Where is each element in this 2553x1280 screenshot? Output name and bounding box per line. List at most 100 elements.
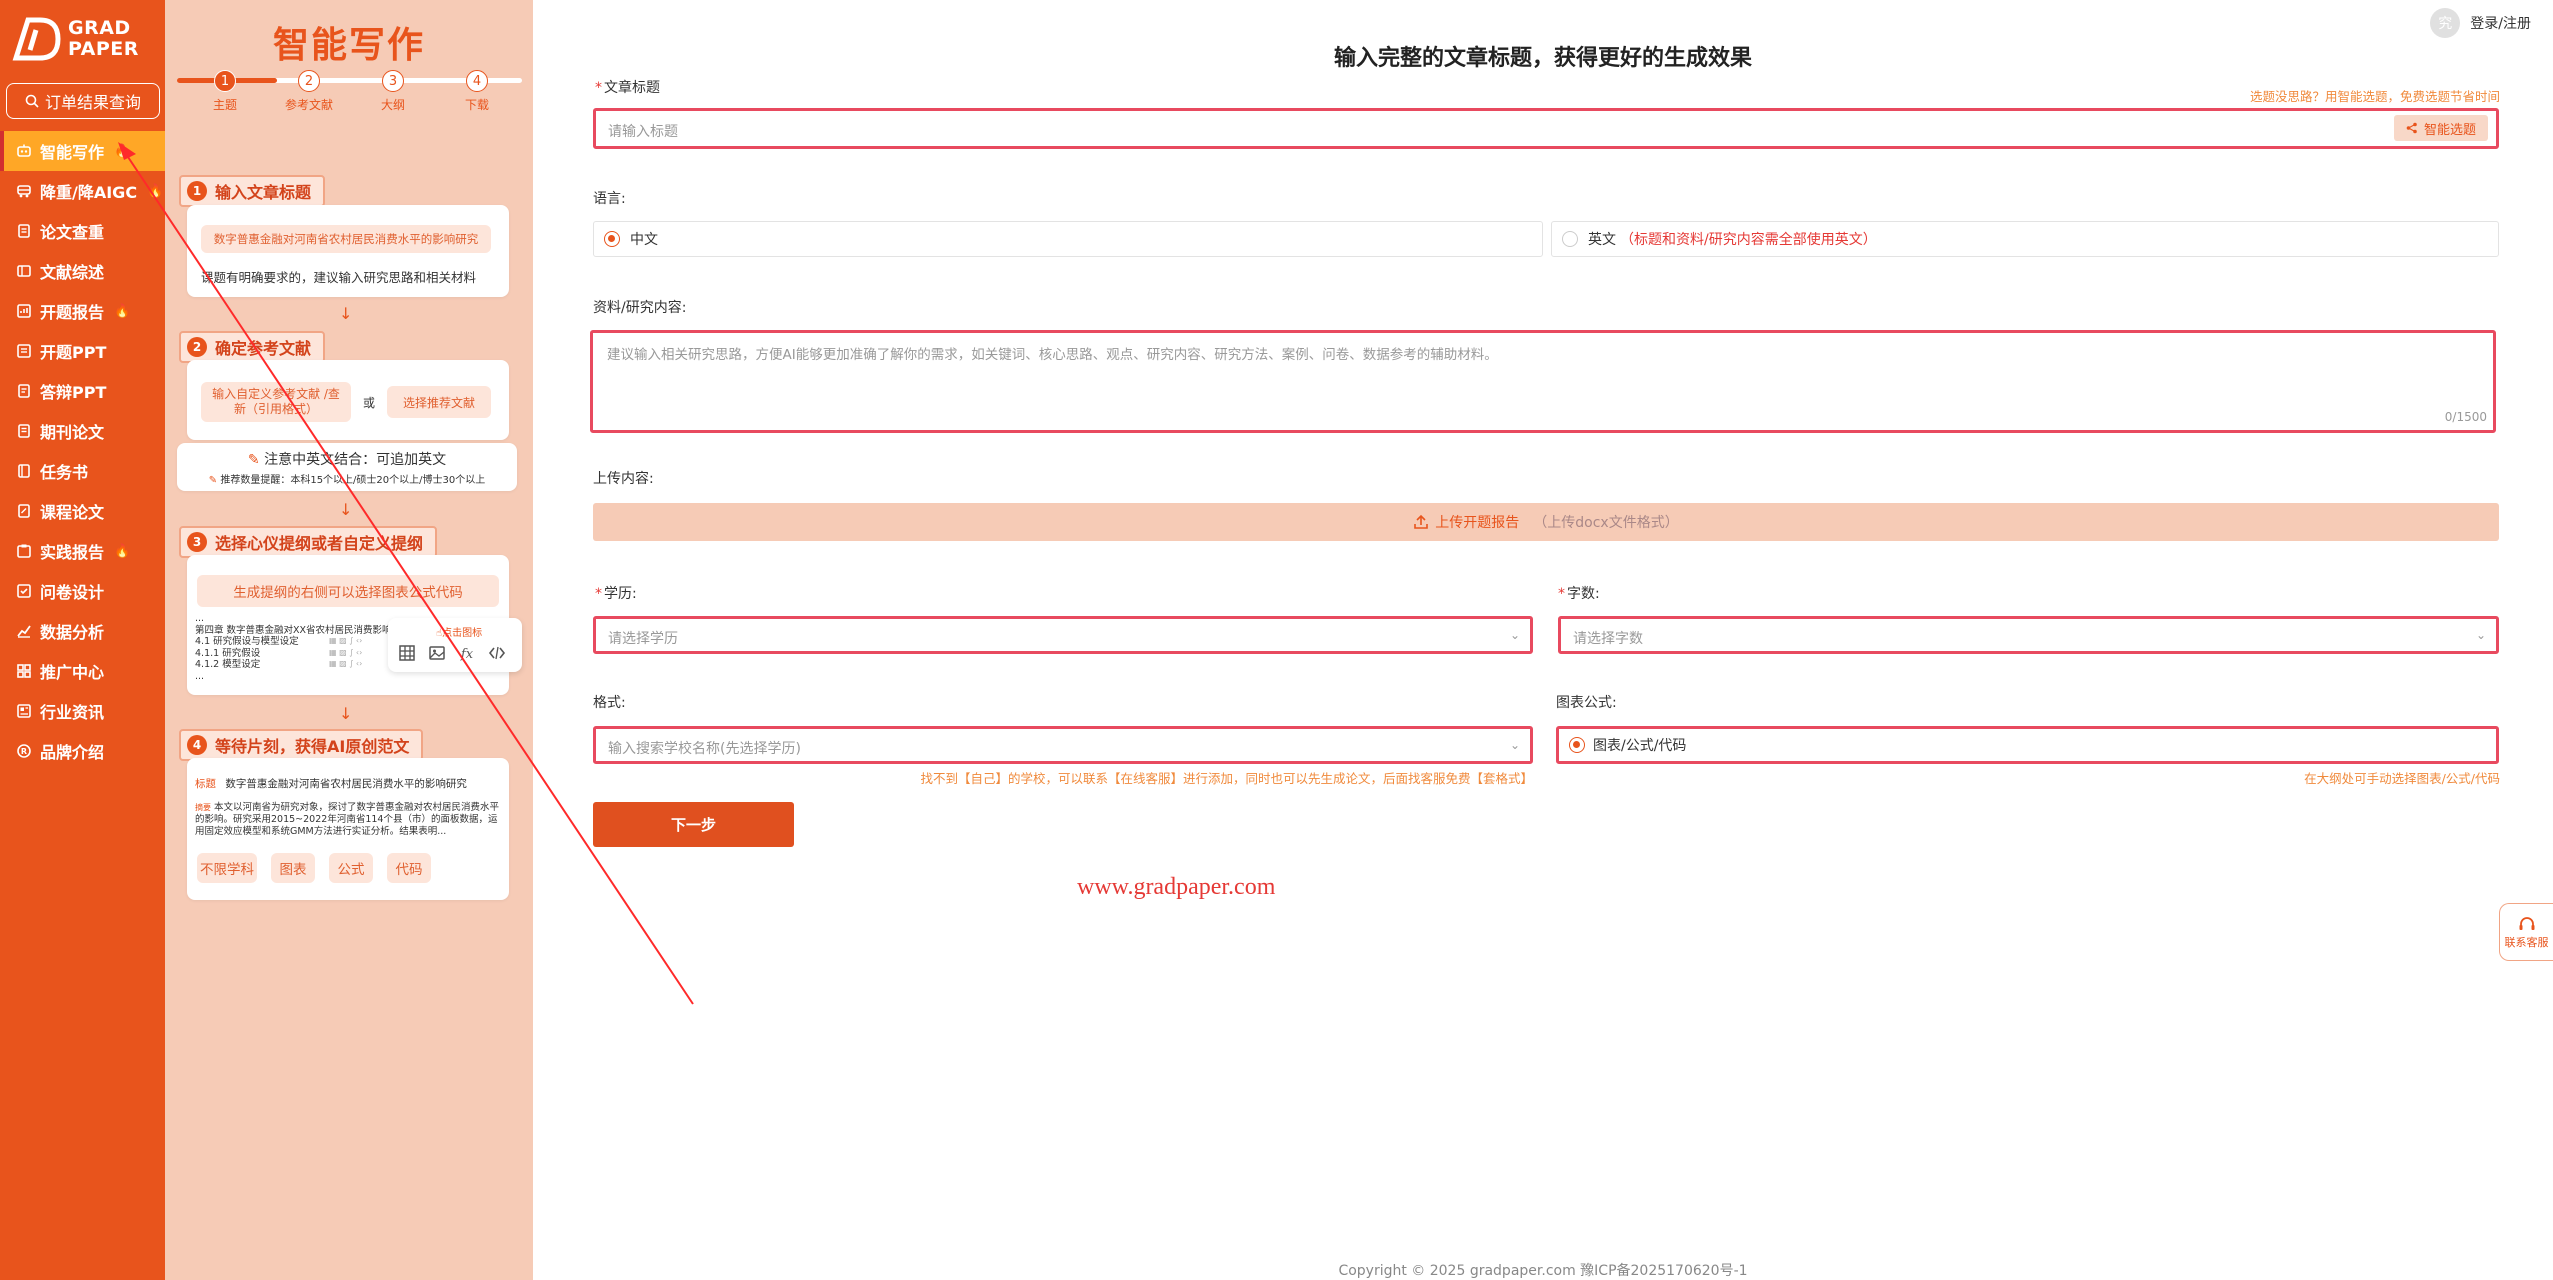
- language-option-english[interactable]: 英文 （标题和资料/研究内容需全部使用英文）: [1551, 221, 2499, 257]
- sidebar-item-journal-paper[interactable]: 期刊论文: [0, 411, 165, 451]
- title-placeholder: 请输入标题: [608, 124, 678, 140]
- hot-flame-icon: 🔥: [114, 543, 131, 559]
- table-icon[interactable]: [398, 644, 416, 662]
- next-step-button[interactable]: 下一步: [593, 802, 794, 847]
- tag-code: 代码: [387, 853, 431, 883]
- chart-icon: [16, 623, 32, 639]
- sidebar-item-course-paper[interactable]: 课程论文: [0, 491, 165, 531]
- sidebar-item-promotion-center[interactable]: 推广中心: [0, 651, 165, 691]
- car-icon: [16, 183, 32, 199]
- pencil-icon: ✎: [247, 452, 260, 468]
- material-label: 资料/研究内容:: [593, 300, 687, 316]
- format-hint[interactable]: 找不到【自己】的学校，可以联系【在线客服】进行添加，同时也可以先生成论文，后面找…: [920, 768, 1533, 787]
- material-textarea[interactable]: 建议输入相关研究思路，方便AI能够更加准确了解你的需求，如关键词、核心思路、观点…: [590, 330, 2496, 433]
- report-icon: [16, 303, 32, 319]
- word-count-select[interactable]: 请选择字数 ⌄: [1558, 616, 2499, 654]
- language-option-chinese[interactable]: 中文: [593, 221, 1543, 257]
- sidebar-item-label: 降重/降AIGC: [40, 183, 138, 202]
- radio-checked[interactable]: [1569, 737, 1585, 753]
- sidebar-item-questionnaire[interactable]: 问卷设计: [0, 571, 165, 611]
- code-icon[interactable]: [488, 644, 506, 662]
- down-arrow-icon: ↓: [339, 304, 353, 323]
- svg-text:fx: fx: [460, 647, 474, 662]
- english-note: （标题和资料/研究内容需全部使用英文）: [1620, 232, 1877, 248]
- radio-checked[interactable]: [604, 231, 620, 247]
- document-check-icon: [16, 223, 32, 239]
- brand-logo[interactable]: GRAD PAPER: [10, 14, 160, 64]
- sidebar-item-label: 开题报告: [40, 303, 105, 322]
- avatar[interactable]: 究: [2430, 8, 2461, 38]
- chart-formula-option[interactable]: 图表/公式/代码: [1556, 726, 2499, 764]
- upload-icon: [1414, 514, 1429, 529]
- title-input[interactable]: 请输入标题 智能选题: [593, 108, 2499, 149]
- page-title: 输入完整的文章标题，获得更好的生成效果: [1333, 46, 1752, 71]
- chevron-down-icon: ⌄: [1509, 738, 1520, 752]
- sidebar-item-brand-intro[interactable]: R 品牌介绍: [0, 731, 165, 771]
- user-menu[interactable]: 究 登录/注册: [2430, 8, 2531, 38]
- sidebar-item-defense-ppt[interactable]: 答辩PPT: [0, 371, 165, 411]
- book-list-icon: [16, 263, 32, 279]
- sidebar-item-proposal-report[interactable]: 开题报告 🔥: [0, 291, 165, 331]
- smart-topic-hint[interactable]: 选题没思路？用智能选题，免费选题节省时间: [2250, 86, 2500, 105]
- grid-icon: [16, 663, 32, 679]
- guide-title: 智能写作: [272, 25, 425, 66]
- custom-reference-pill: 输入自定义参考文献 /查新（引用格式）: [201, 382, 351, 422]
- sidebar-item-label: 行业资讯: [40, 703, 105, 722]
- hot-flame-icon: 🔥: [114, 303, 131, 319]
- education-select[interactable]: 请选择学历 ⌄: [593, 616, 1533, 654]
- sidebar-item-label: 推广中心: [40, 663, 105, 682]
- reference-note-card: ✎ 注意中英文结合：可追加英文 ✎ 推荐数量提醒：本科15个以上/硕士20个以上…: [177, 443, 517, 491]
- order-query-button[interactable]: 订单结果查询: [6, 83, 160, 119]
- sidebar-item-literature-review[interactable]: 文献综述: [0, 251, 165, 291]
- guide-step2-card: 输入自定义参考文献 /查新（引用格式） 或 选择推荐文献: [187, 360, 509, 440]
- upload-format-note: （上传docx文件格式）: [1533, 515, 1679, 531]
- sidebar-item-label: 品牌介绍: [40, 743, 105, 762]
- site-watermark: www.gradpaper.com: [1077, 874, 1276, 900]
- contact-support-button[interactable]: 联系客服: [2499, 903, 2553, 961]
- title-label: * 文章标题: [595, 80, 660, 96]
- tag-formula: 公式: [329, 853, 373, 883]
- sidebar-item-label: 答辩PPT: [40, 383, 107, 402]
- insert-toolbar: ☝点击图标 fx: [388, 618, 522, 672]
- slides-icon: [16, 343, 32, 359]
- headset-icon: [2519, 917, 2534, 930]
- sidebar-item-plagiarism-check[interactable]: 论文查重: [0, 211, 165, 251]
- abstract-tag: 摘要: [195, 803, 211, 812]
- logo-mark-icon: [12, 17, 61, 61]
- sidebar-item-practice-report[interactable]: 实践报告 🔥: [0, 531, 165, 571]
- sidebar-item-proposal-ppt[interactable]: 开题PPT: [0, 331, 165, 371]
- radio-unchecked[interactable]: [1562, 231, 1578, 247]
- school-format-select[interactable]: 输入搜索学校名称(先选择学历) ⌄: [593, 726, 1533, 764]
- notebook-icon: [16, 463, 32, 479]
- language-label: 语言:: [593, 191, 626, 207]
- sidebar-item-industry-news[interactable]: 行业资讯: [0, 691, 165, 731]
- sidebar-nav: 智能写作 🔥 降重/降AIGC 🔥 论文查重 文献综述 开题报告 🔥 开题PPT: [0, 131, 165, 771]
- image-icon[interactable]: [428, 644, 446, 662]
- sidebar-item-data-analysis[interactable]: 数据分析: [0, 611, 165, 651]
- step-3: 3 大纲: [363, 68, 423, 113]
- smart-topic-button[interactable]: 智能选题: [2393, 115, 2488, 141]
- outline-preview: ... 第四章 数字普惠金融对XX省农村居民消费影响 4.1 研究假设与模型设定…: [195, 613, 392, 682]
- sidebar-item-task-book[interactable]: 任务书: [0, 451, 165, 491]
- recommended-reference-pill: 选择推荐文献: [387, 386, 491, 418]
- brand-name-line2: PAPER: [68, 38, 139, 60]
- journal-icon: [16, 423, 32, 439]
- guide-step1-card: 数字普惠金融对河南省农村居民消费水平的影响研究 课题有明确要求的，建议输入研究思…: [187, 205, 509, 297]
- title-tag: 标题: [195, 778, 216, 790]
- sidebar-item-label: 任务书: [40, 463, 89, 482]
- guide-step4-heading: 4 等待片刻，获得AI原创范文: [179, 729, 424, 761]
- word-count-placeholder: 请选择字数: [1573, 631, 1643, 647]
- sidebar-item-label: 数据分析: [40, 623, 105, 642]
- sidebar-item-smart-writing[interactable]: 智能写作 🔥: [0, 131, 165, 171]
- formula-icon[interactable]: fx: [458, 644, 476, 662]
- clipboard-icon: [16, 543, 32, 559]
- step-2: 2 参考文献: [279, 68, 339, 113]
- sidebar-item-label: 实践报告: [40, 543, 105, 562]
- upload-proposal-button[interactable]: 上传开题报告 （上传docx文件格式）: [593, 503, 2499, 541]
- login-register-link[interactable]: 登录/注册: [2470, 13, 2531, 33]
- hot-flame-icon: 🔥: [114, 143, 131, 159]
- sidebar-item-reduce-aigc[interactable]: 降重/降AIGC 🔥: [0, 171, 165, 211]
- mini-toolbar-icons: ▦ ▨ ∫ ‹› ▦ ▨ ∫ ‹› ▦ ▨ ∫ ‹›: [329, 636, 363, 668]
- sidebar-item-label: 文献综述: [40, 263, 105, 282]
- svg-text:R: R: [21, 747, 27, 756]
